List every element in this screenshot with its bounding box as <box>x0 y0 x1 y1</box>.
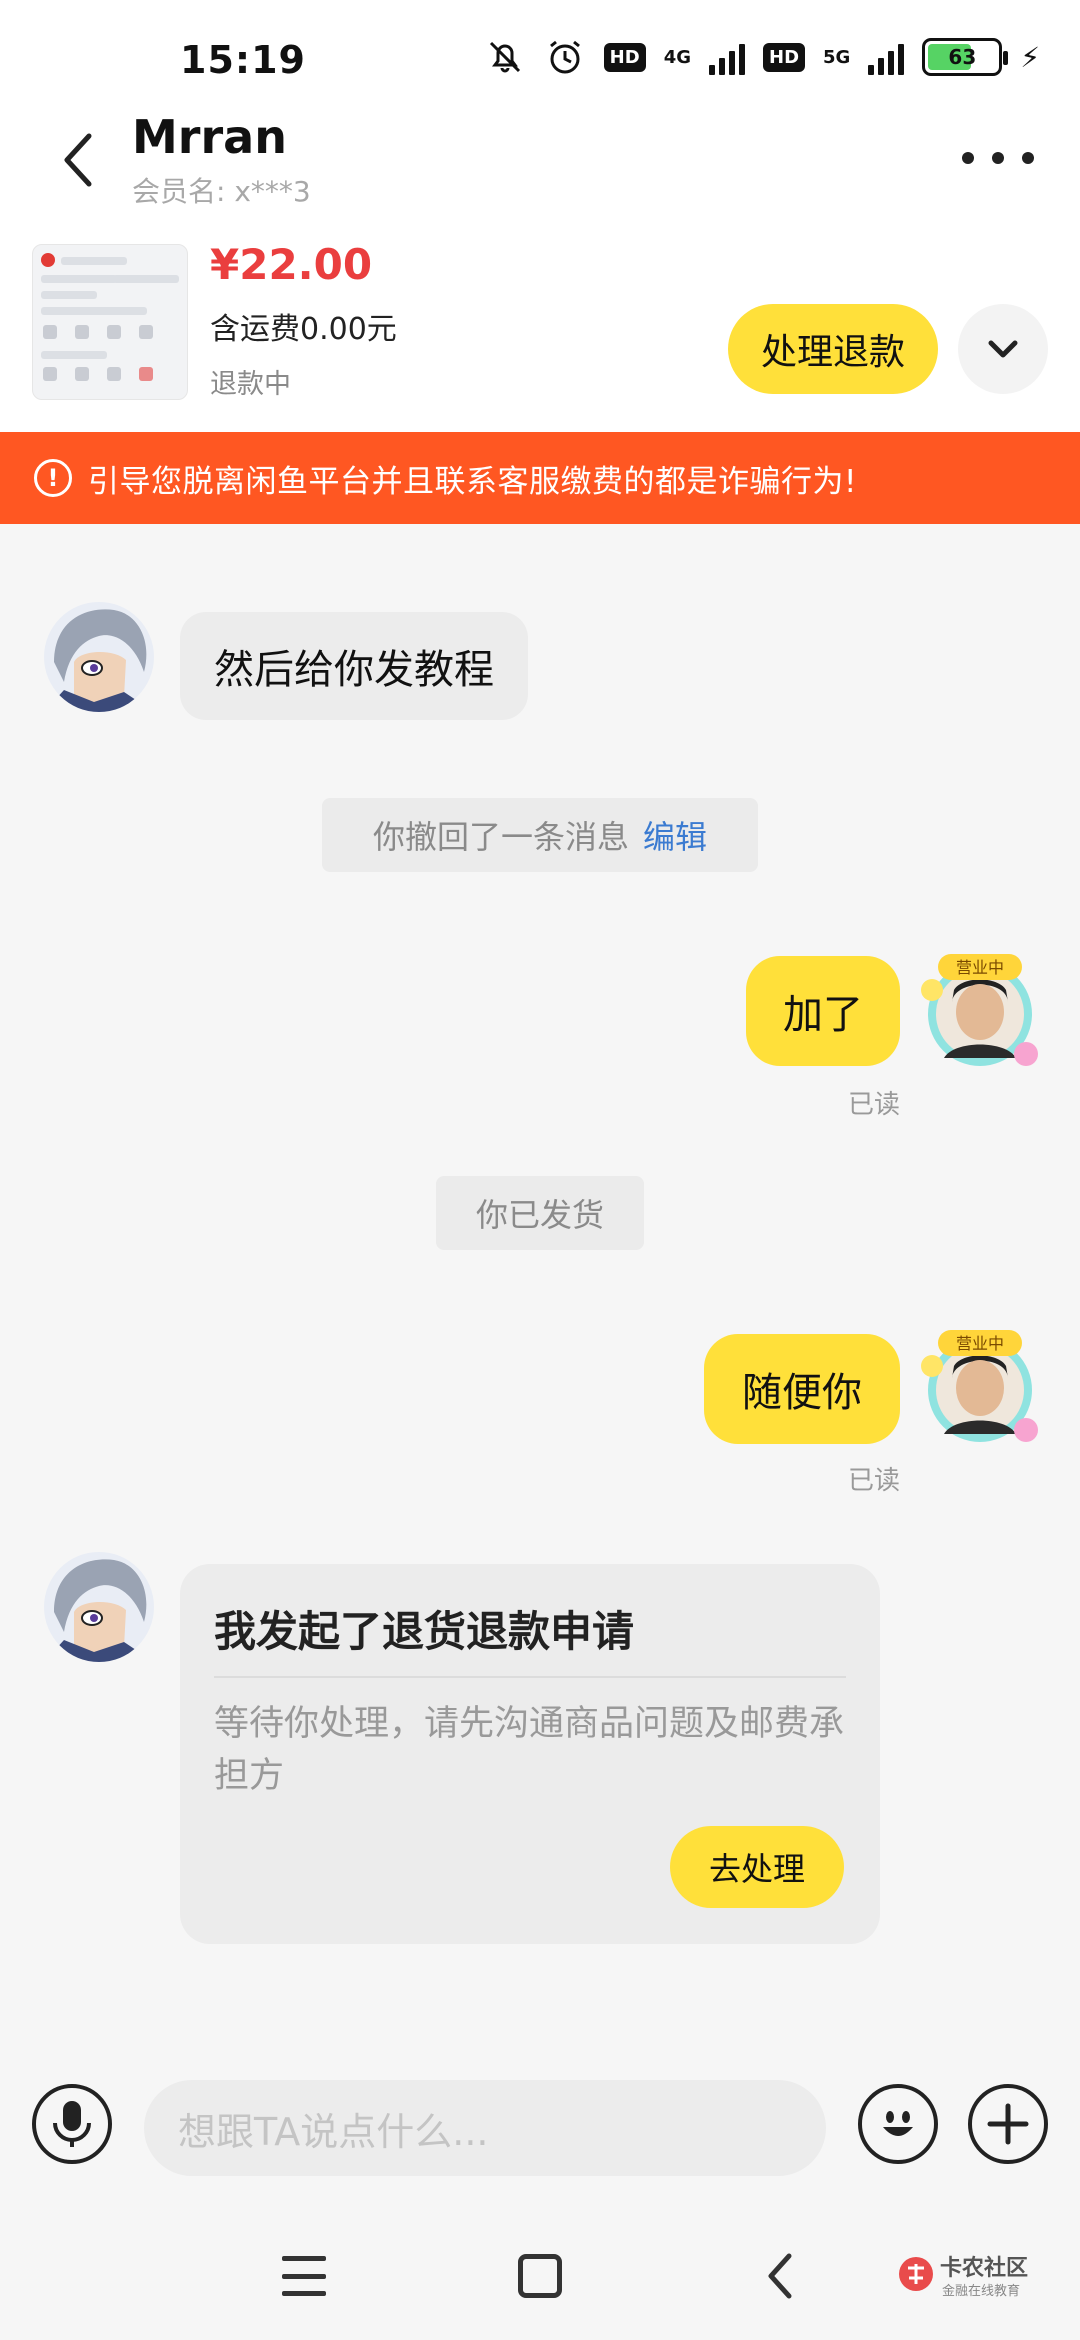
battery-percent: 63 <box>948 45 977 69</box>
system-nav-bar: 卡农社区 金融在线教育 <box>0 2220 1080 2340</box>
watermark-name: 卡农社区 <box>940 2256 1029 2281</box>
expand-button[interactable] <box>958 304 1048 394</box>
microphone-icon <box>53 2101 91 2147</box>
refund-status: 退款中 <box>210 369 291 400</box>
more-dot-icon <box>962 152 974 164</box>
product-thumbnail[interactable] <box>32 244 188 400</box>
my-message-bubble[interactable]: 加了 <box>746 956 900 1066</box>
read-receipt: 已读 <box>848 1090 901 1120</box>
voice-button[interactable] <box>32 2084 112 2164</box>
plus-icon <box>987 2103 1029 2145</box>
add-button[interactable] <box>968 2084 1048 2164</box>
divider <box>214 1676 846 1678</box>
battery-icon: 63 <box>922 38 1009 76</box>
shipped-notice: 你已发货 <box>436 1176 644 1250</box>
network-type: 4G <box>663 46 691 68</box>
watermark-logo: 卡农社区 金融在线教育 <box>896 2250 1066 2310</box>
back-nav-button[interactable] <box>760 2250 800 2302</box>
emoji-button[interactable] <box>858 2084 938 2164</box>
more-options-button[interactable] <box>962 138 1034 178</box>
my-avatar[interactable]: 营业中 <box>918 1326 1042 1450</box>
message-input[interactable]: 想跟TA说点什么... <box>144 2080 826 2176</box>
chat-header: Mrran 会员名: x***3 <box>0 100 1080 220</box>
my-message-bubble[interactable]: 随便你 <box>704 1334 900 1444</box>
recalled-message-notice: 你撤回了一条消息 编辑 <box>322 798 758 872</box>
status-time: 15:19 <box>180 38 306 82</box>
chevron-down-icon <box>988 340 1018 358</box>
recall-text: 你撤回了一条消息 <box>372 818 629 856</box>
shipping-fee: 含运费0.00元 <box>210 312 397 347</box>
contact-avatar[interactable] <box>44 602 154 712</box>
member-name: 会员名: x***3 <box>132 175 311 208</box>
menu-nav-button[interactable] <box>282 2256 326 2296</box>
warning-icon: ! <box>34 459 72 497</box>
more-dot-icon <box>992 152 1004 164</box>
network-type-2: 5G <box>823 46 851 68</box>
smiley-icon <box>883 2111 913 2136</box>
warning-text: 引导您脱离闲鱼平台并且联系客服缴费的都是诈骗行为! <box>88 463 857 500</box>
alarm-icon <box>544 36 586 78</box>
chat-title: Mrran <box>132 110 287 164</box>
product-card: ¥22.00 含运费0.00元 退款中 处理退款 <box>0 220 1080 432</box>
edit-link[interactable]: 编辑 <box>643 812 707 858</box>
my-avatar[interactable]: 营业中 <box>918 950 1042 1074</box>
go-handle-button[interactable]: 去处理 <box>670 1826 844 1908</box>
card-title: 我发起了退货退款申请 <box>214 1607 635 1656</box>
svg-text:营业中: 营业中 <box>956 1334 1004 1353</box>
signal-icon-2 <box>868 39 905 75</box>
message-bubble[interactable]: 然后给你发教程 <box>180 612 528 720</box>
chevron-left-icon <box>64 133 92 187</box>
back-button[interactable] <box>44 120 114 200</box>
product-price: ¥22.00 <box>210 240 373 289</box>
fraud-warning-banner: ! 引导您脱离闲鱼平台并且联系客服缴费的都是诈骗行为! <box>0 432 1080 524</box>
back-arrow-icon <box>768 2253 792 2299</box>
refund-request-card: 我发起了退货退款申请 等待你处理，请先沟通商品问题及邮费承担方 去处理 <box>180 1564 880 1944</box>
hd-badge-2: HD <box>763 42 806 72</box>
hd-badge: HD <box>603 42 646 72</box>
watermark-icon <box>899 2257 933 2291</box>
svg-text:营业中: 营业中 <box>956 958 1004 977</box>
contact-avatar[interactable] <box>44 1552 154 1662</box>
signal-icon <box>709 39 745 75</box>
mute-bell-icon <box>484 36 526 78</box>
read-receipt: 已读 <box>848 1466 901 1496</box>
card-description: 等待你处理，请先沟通商品问题及邮费承担方 <box>214 1704 845 1796</box>
handle-refund-button[interactable]: 处理退款 <box>728 304 938 394</box>
more-dot-icon <box>1022 152 1034 164</box>
status-icons: HD 4G HD 5G 63 ⚡ <box>484 36 1040 78</box>
charging-icon: ⚡ <box>1020 40 1040 74</box>
watermark-subtitle: 金融在线教育 <box>942 2284 1021 2299</box>
home-nav-button[interactable] <box>518 2254 562 2298</box>
